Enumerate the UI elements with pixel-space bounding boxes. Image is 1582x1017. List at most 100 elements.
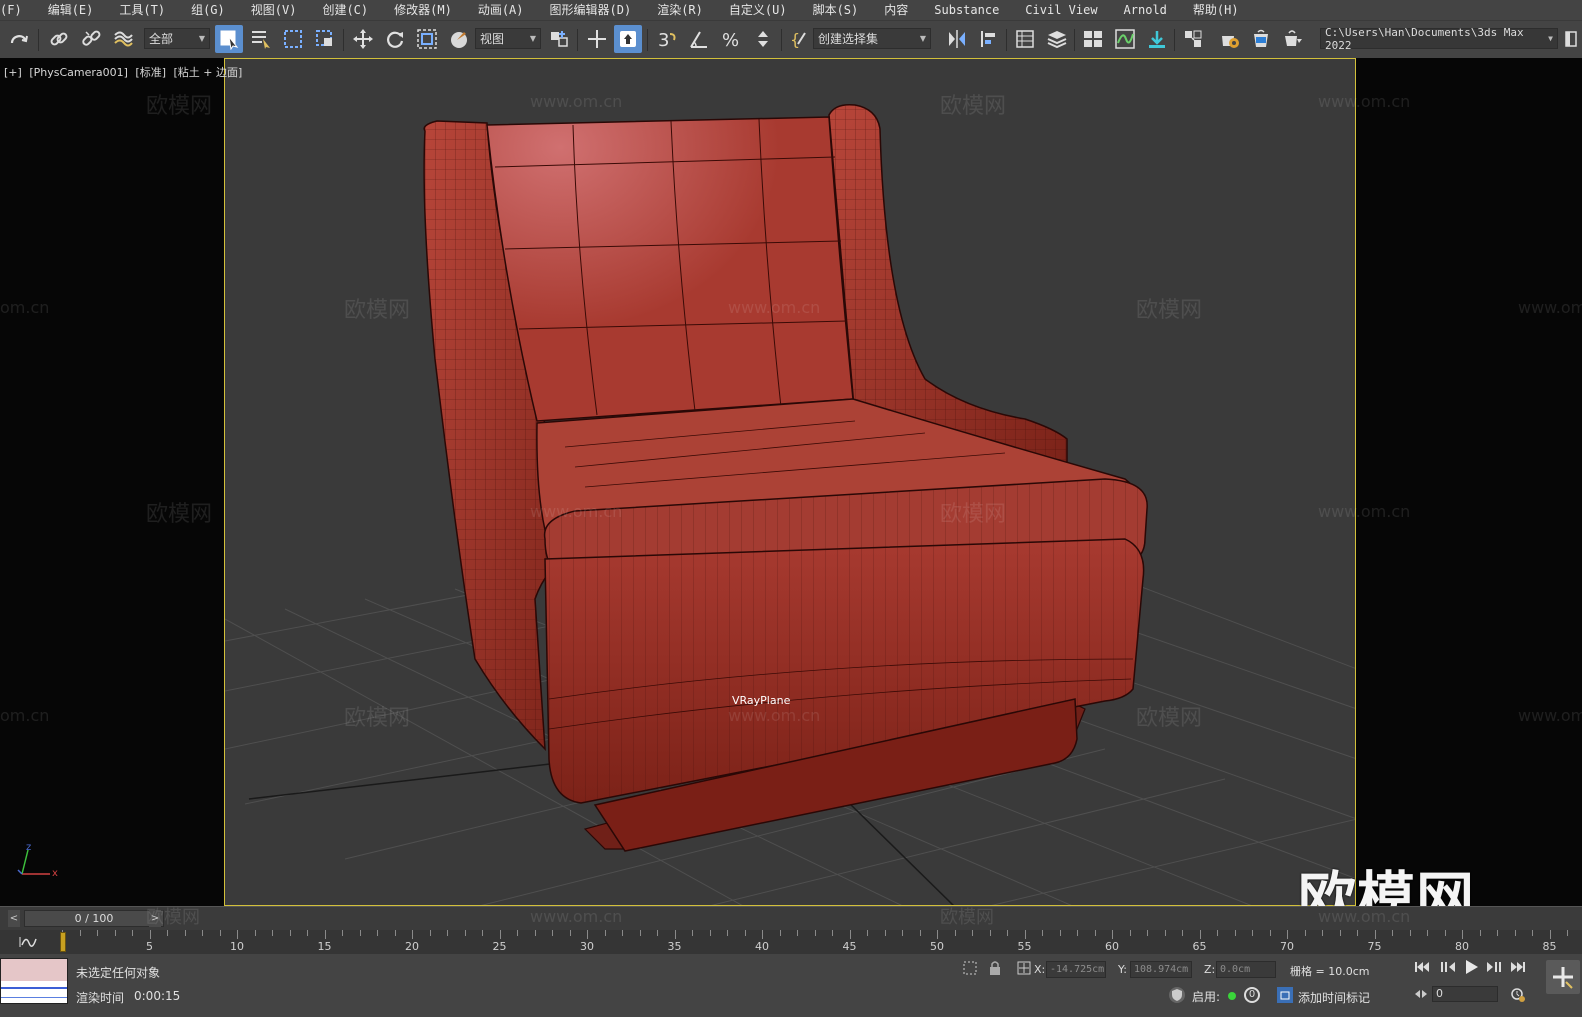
- rendered-frame-window-icon[interactable]: [1248, 25, 1274, 53]
- redo-icon[interactable]: [6, 25, 32, 53]
- angle-snap-icon[interactable]: [686, 25, 712, 53]
- viewport-menu-plus[interactable]: [+]: [4, 66, 22, 79]
- timeline-tick: [1427, 930, 1428, 936]
- window-crossing-icon[interactable]: [312, 25, 338, 53]
- snaps-toggle-icon[interactable]: 3: [654, 25, 680, 53]
- lock-selection-icon[interactable]: [988, 960, 1002, 979]
- bind-space-warp-icon[interactable]: [110, 25, 136, 53]
- timeline-tick: [989, 930, 991, 936]
- scene-explorer-icon[interactable]: [1012, 25, 1038, 53]
- schematic-view-icon[interactable]: [1144, 25, 1170, 53]
- frame-spinner-icon[interactable]: [1414, 988, 1428, 1003]
- z-coord-field[interactable]: 0.0cm: [1216, 961, 1276, 978]
- timeline-tick: [657, 930, 658, 936]
- layer-explorer-icon[interactable]: [1044, 25, 1070, 53]
- rotate-icon[interactable]: [382, 25, 408, 53]
- perspective-viewport[interactable]: [224, 58, 1356, 906]
- menu-help[interactable]: 帮助(H): [1180, 0, 1252, 20]
- menu-content[interactable]: 内容: [871, 0, 921, 20]
- timeline-tick: [552, 930, 553, 936]
- absolute-mode-icon[interactable]: [1016, 960, 1032, 979]
- toggle-ribbon-icon[interactable]: [1080, 25, 1106, 53]
- track-bar[interactable]: 5 10 15 20 25 30 35 40 45 50 55 60 65 70 75 80 85: [0, 930, 1582, 954]
- go-to-start-icon[interactable]: [1414, 960, 1430, 977]
- render-setup-icon[interactable]: [1216, 25, 1242, 53]
- timeline-ruler[interactable]: 5 10 15 20 25 30 35 40 45 50 55 60 65 70 75 80 85: [62, 930, 1572, 954]
- rectangular-selection-icon[interactable]: [280, 25, 306, 53]
- time-tag-icon[interactable]: [1276, 986, 1294, 1007]
- add-time-tag[interactable]: 添加时间标记: [1298, 989, 1370, 1006]
- select-manipulate-icon[interactable]: [584, 25, 610, 53]
- render-production-icon[interactable]: [1280, 25, 1306, 53]
- menu-group[interactable]: 组(G): [178, 0, 238, 20]
- timeline-tick: [832, 930, 833, 936]
- timeline-tick: [1567, 930, 1568, 936]
- watermark-url: www.om.cn: [530, 92, 623, 111]
- timeline-tick: [342, 930, 343, 936]
- menu-bar: (F) 编辑(E) 工具(T) 组(G) 视图(V) 创建(C) 修改器(M) …: [0, 0, 1582, 20]
- isolate-selection-icon[interactable]: [962, 960, 978, 979]
- previous-frame-icon[interactable]: [1440, 960, 1456, 977]
- material-editor-icon[interactable]: [1180, 25, 1206, 53]
- time-slider-thumb[interactable]: [60, 932, 66, 952]
- viewport-camera-label[interactable]: [PhysCamera001]: [29, 66, 128, 79]
- select-by-name-icon[interactable]: [248, 25, 274, 53]
- play-icon[interactable]: [1462, 958, 1480, 979]
- y-coord-field[interactable]: 108.974cm: [1130, 961, 1192, 978]
- timeline-tick: [412, 930, 413, 939]
- svg-text:3: 3: [658, 30, 669, 50]
- edit-named-selection-icon[interactable]: {: [788, 25, 810, 53]
- named-selection-dropdown[interactable]: 创建选择集 ▼: [813, 28, 931, 49]
- project-path-dropdown[interactable]: C:\Users\Han\Documents\3ds Max 2022 ▼: [1320, 26, 1558, 52]
- add-key-button[interactable]: [1546, 960, 1580, 994]
- menu-create[interactable]: 创建(C): [309, 0, 381, 20]
- select-object-icon[interactable]: [215, 25, 243, 53]
- current-frame-field[interactable]: 0: [1432, 986, 1498, 1002]
- menu-customize[interactable]: 自定义(U): [716, 0, 800, 20]
- shield-icon[interactable]: [1168, 986, 1186, 1007]
- viewport-shading-label[interactable]: [标准]: [135, 66, 166, 79]
- timeline-tick-label: 80: [1455, 940, 1469, 953]
- go-to-end-icon[interactable]: [1510, 960, 1526, 977]
- menu-edit[interactable]: 编辑(E): [35, 0, 107, 20]
- previous-frame-arrow-icon[interactable]: <: [8, 910, 20, 927]
- x-coord-label: X:: [1034, 963, 1046, 976]
- menu-civil-view[interactable]: Civil View: [1012, 0, 1110, 20]
- unlink-icon[interactable]: [78, 25, 104, 53]
- percent-snap-icon[interactable]: %: [718, 25, 744, 53]
- menu-graph-editors[interactable]: 图形编辑器(D): [537, 0, 645, 20]
- maxscript-listener-mini[interactable]: [0, 958, 68, 1004]
- chevron-down-icon: ▼: [529, 34, 536, 43]
- move-icon[interactable]: [350, 25, 376, 53]
- timeline-tick: [534, 930, 536, 936]
- menu-arnold[interactable]: Arnold: [1111, 0, 1180, 20]
- menu-tools[interactable]: 工具(T): [106, 0, 178, 20]
- project-folder-icon[interactable]: [1562, 25, 1580, 53]
- reference-coordinate-dropdown[interactable]: 视图 ▼: [475, 28, 541, 49]
- x-coord-field[interactable]: -14.725cm: [1046, 961, 1106, 978]
- spinner-snap-icon[interactable]: [750, 25, 776, 53]
- pivot-center-icon[interactable]: [546, 25, 572, 53]
- link-icon[interactable]: [46, 25, 72, 53]
- time-slider[interactable]: 0 / 100: [24, 910, 164, 927]
- timeline-tick: [1444, 930, 1446, 936]
- menu-rendering[interactable]: 渲染(R): [644, 0, 716, 20]
- menu-modifiers[interactable]: 修改器(M): [381, 0, 465, 20]
- curve-editor-icon[interactable]: [1112, 25, 1138, 53]
- menu-scripting[interactable]: 脚本(S): [800, 0, 872, 20]
- menu-animation[interactable]: 动画(A): [465, 0, 537, 20]
- placement-icon[interactable]: [446, 25, 472, 53]
- viewport-mode-label[interactable]: [粘土 + 边面]: [174, 66, 243, 79]
- mirror-icon[interactable]: [944, 25, 970, 53]
- time-config-icon[interactable]: [1510, 987, 1526, 1006]
- curve-editor-mini-icon[interactable]: [18, 934, 38, 953]
- menu-file[interactable]: (F): [0, 0, 35, 20]
- selection-filter-dropdown[interactable]: 全部 ▼: [144, 28, 210, 49]
- scale-icon[interactable]: [414, 25, 440, 53]
- menu-substance[interactable]: Substance: [921, 0, 1012, 20]
- menu-views[interactable]: 视图(V): [238, 0, 310, 20]
- next-frame-icon[interactable]: [1486, 960, 1502, 977]
- align-icon[interactable]: [976, 25, 1002, 53]
- keyboard-shortcut-override-icon[interactable]: [614, 25, 642, 53]
- timeline-tick: [429, 930, 431, 936]
